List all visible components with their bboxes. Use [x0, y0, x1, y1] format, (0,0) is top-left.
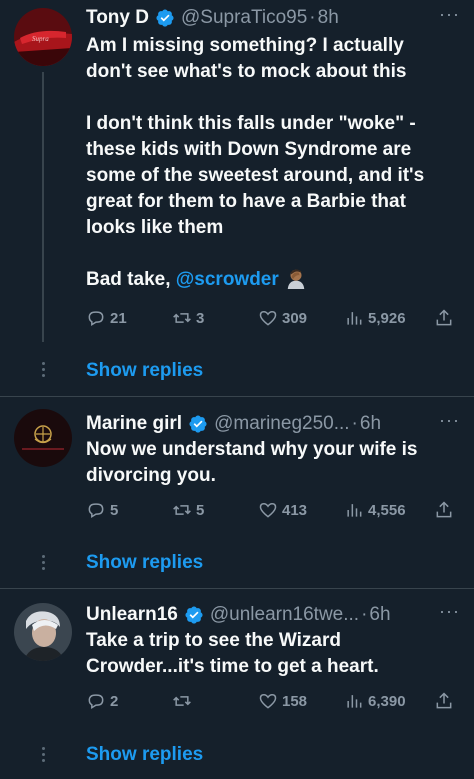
tweet-3[interactable]: Unlearn16 @unlearn16twe... · 6h ··· Take…: [0, 589, 474, 779]
tweet-line: great for them to have a Barbie that: [86, 191, 406, 212]
tweet-2[interactable]: Marine girl @marineg250... · 6h ··· Now …: [0, 397, 474, 588]
tweet-line: Crowder...it's time to get a heart.: [86, 656, 379, 677]
tweet-text: Now we understand why your wife is divor…: [86, 437, 454, 489]
more-options-icon[interactable]: ···: [439, 4, 460, 25]
verified-badge-icon: [189, 415, 207, 433]
like-button[interactable]: 309: [258, 306, 307, 330]
reply-count: 2: [110, 692, 119, 710]
display-name[interactable]: Unlearn16: [86, 604, 178, 626]
tweet-line-prefix: Bad take,: [86, 269, 176, 290]
reply-icon: [88, 311, 104, 326]
tweet-line: don't see what's to mock about this: [86, 61, 407, 82]
heart-icon: [259, 310, 277, 326]
view-count: 5,926: [368, 309, 406, 327]
like-count: 413: [282, 501, 308, 519]
heart-icon: [259, 502, 277, 518]
retweet-button[interactable]: [172, 689, 196, 713]
retweet-button[interactable]: 5: [172, 498, 204, 522]
share-icon: [436, 309, 452, 326]
reply-button[interactable]: 2: [86, 689, 118, 713]
retweet-count: 3: [196, 309, 205, 327]
person-facepalming-icon: [287, 269, 305, 289]
like-count: 158: [282, 692, 308, 710]
show-replies-link[interactable]: Show replies: [86, 744, 203, 766]
timestamp[interactable]: 6h: [369, 604, 390, 626]
share-button[interactable]: [434, 306, 454, 330]
share-button[interactable]: [434, 689, 454, 713]
display-name[interactable]: Tony D: [86, 7, 149, 29]
views-button[interactable]: 4,556: [344, 498, 406, 522]
tweet-line: divorcing you.: [86, 465, 216, 486]
action-bar: 21 3 309 5,926: [86, 306, 458, 330]
thread-line: [42, 72, 44, 342]
mention-link[interactable]: @scrowder: [176, 269, 279, 290]
like-button[interactable]: 413: [258, 498, 307, 522]
views-chart-icon: [347, 312, 362, 325]
heart-icon: [259, 693, 277, 709]
share-button[interactable]: [434, 498, 454, 522]
user-handle[interactable]: @SupraTico95: [181, 7, 307, 29]
reply-icon: [88, 503, 104, 518]
tweet-line: Now we understand why your wife is: [86, 439, 418, 460]
separator-dot: ·: [361, 604, 368, 625]
tweet-1[interactable]: Supra Tony D @SupraTico95 · 8h ··· Am I …: [0, 0, 474, 396]
reply-count: 21: [110, 309, 127, 327]
action-bar: 2 158 6,390: [86, 689, 458, 713]
views-button[interactable]: 6,390: [344, 689, 406, 713]
tweet-header: Marine girl @marineg250... · 6h: [86, 412, 460, 436]
like-count: 309: [282, 309, 308, 327]
tweet-line: Take a trip to see the Wizard: [86, 630, 341, 651]
views-button[interactable]: 5,926: [344, 306, 406, 330]
timestamp[interactable]: 6h: [360, 413, 381, 435]
tweet-line: looks like them: [86, 217, 224, 238]
retweet-icon: [173, 313, 191, 323]
action-bar: 5 5 413 4,556: [86, 498, 458, 522]
retweet-icon: [173, 505, 191, 515]
separator-dot: ·: [351, 413, 358, 434]
avatar[interactable]: [14, 409, 72, 467]
views-chart-icon: [347, 695, 362, 708]
tweet-text: Am I missing something? I actually don't…: [86, 33, 454, 293]
verified-badge-icon: [185, 606, 203, 624]
reply-button[interactable]: 5: [86, 498, 118, 522]
collapsed-thread-dots: [42, 362, 45, 380]
display-name[interactable]: Marine girl: [86, 413, 182, 435]
svg-text:Supra: Supra: [32, 35, 49, 43]
views-chart-icon: [347, 504, 362, 517]
retweet-count: 5: [196, 501, 205, 519]
collapsed-thread-dots: [42, 555, 45, 573]
more-options-icon[interactable]: ···: [439, 601, 460, 622]
tweet-text: Take a trip to see the Wizard Crowder...…: [86, 628, 454, 680]
tweet-line: Am I missing something? I actually: [86, 35, 404, 56]
timestamp[interactable]: 8h: [318, 7, 339, 29]
more-options-icon[interactable]: ···: [439, 410, 460, 431]
like-button[interactable]: 158: [258, 689, 307, 713]
tweet-line: these kids with Down Syndrome are: [86, 139, 412, 160]
show-replies-link[interactable]: Show replies: [86, 552, 203, 574]
retweet-button[interactable]: 3: [172, 306, 204, 330]
view-count: 6,390: [368, 692, 406, 710]
share-icon: [436, 692, 452, 709]
verified-badge-icon: [156, 9, 174, 27]
tweet-header: Tony D @SupraTico95 · 8h: [86, 6, 460, 30]
tweet-line-last: Bad take, @scrowder: [86, 267, 454, 293]
collapsed-thread-dots: [42, 747, 45, 765]
reply-icon: [88, 694, 104, 709]
user-handle[interactable]: @marineg250...: [214, 413, 349, 435]
separator-dot: ·: [309, 7, 316, 28]
share-icon: [436, 501, 452, 518]
avatar[interactable]: Supra: [14, 8, 72, 66]
show-replies-link[interactable]: Show replies: [86, 360, 203, 382]
avatar[interactable]: [14, 603, 72, 661]
user-handle[interactable]: @unlearn16twe...: [210, 604, 359, 626]
reply-count: 5: [110, 501, 119, 519]
tweet-header: Unlearn16 @unlearn16twe... · 6h: [86, 603, 460, 627]
view-count: 4,556: [368, 501, 406, 519]
tweet-line: some of the sweetest around, and it's: [86, 165, 425, 186]
tweet-line: I don't think this falls under "woke" -: [86, 113, 416, 134]
reply-button[interactable]: 21: [86, 306, 127, 330]
retweet-icon: [173, 696, 191, 706]
